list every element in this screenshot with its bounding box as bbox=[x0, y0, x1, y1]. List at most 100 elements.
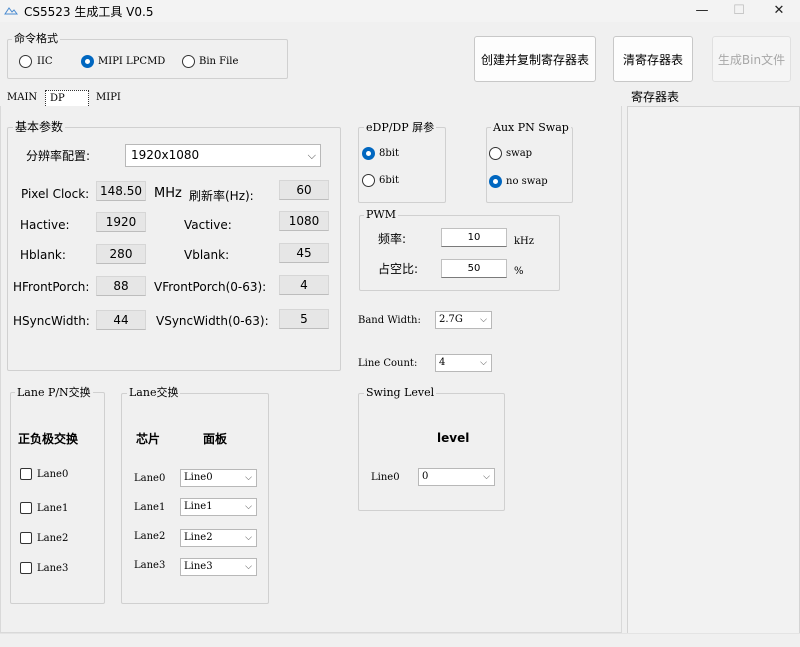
lane2-pn-checkbox[interactable] bbox=[20, 532, 32, 544]
lane2-panel-value: Line2 bbox=[184, 532, 213, 543]
command-format-legend: 命令格式 bbox=[12, 32, 60, 45]
radio-mipi-lpcmd[interactable] bbox=[81, 55, 94, 68]
hactive-value: 1920 bbox=[96, 212, 146, 232]
vactive-label: Vactive: bbox=[184, 218, 232, 232]
band-width-select[interactable]: 2.7G ⌵ bbox=[435, 311, 492, 329]
lane2-panel-select[interactable]: Line2 ⌵ bbox=[180, 529, 257, 547]
pwm-frequency-label: 频率: bbox=[378, 232, 407, 246]
lane0-chip-label: Lane0 bbox=[134, 473, 166, 484]
close-button[interactable]: ✕ bbox=[757, 0, 800, 22]
chevron-down-icon: ⌵ bbox=[480, 315, 487, 325]
pixel-clock-value: 148.50 bbox=[96, 181, 146, 201]
status-bar bbox=[0, 633, 800, 647]
pwm-duty-input[interactable]: 50 bbox=[441, 259, 507, 278]
register-table-area[interactable] bbox=[627, 106, 800, 634]
vsyncwidth-label: VSyncWidth(0-63): bbox=[156, 314, 269, 328]
pwm-frequency-input[interactable]: 10 bbox=[441, 228, 507, 247]
window-title: CS5523 生成工具 V0.5 bbox=[24, 5, 154, 19]
aux-pn-swap-group bbox=[486, 127, 573, 203]
lane1-pn-label: Lane1 bbox=[37, 503, 69, 514]
swing-level-lane-label: Line0 bbox=[371, 472, 400, 483]
radio-swap[interactable] bbox=[489, 147, 502, 160]
radio-8bit-label: 8bit bbox=[379, 148, 399, 159]
vsyncwidth-value: 5 bbox=[279, 309, 329, 329]
swing-level-group bbox=[358, 393, 505, 511]
basic-params-legend: 基本参数 bbox=[13, 120, 66, 134]
chevron-down-icon: ⌵ bbox=[245, 502, 252, 512]
lane0-pn-label: Lane0 bbox=[37, 469, 69, 480]
resolution-select[interactable]: 1920x1080 ⌵ bbox=[125, 144, 321, 167]
radio-8bit[interactable] bbox=[362, 147, 375, 160]
pwm-group bbox=[359, 215, 560, 291]
tab-main[interactable]: MAIN bbox=[3, 90, 41, 106]
chevron-down-icon: ⌵ bbox=[245, 473, 252, 483]
chevron-down-icon: ⌵ bbox=[480, 358, 487, 368]
refresh-rate-label: 刷新率(Hz): bbox=[189, 189, 254, 203]
radio-bin-file-label: Bin File bbox=[199, 56, 239, 67]
lane3-chip-label: Lane3 bbox=[134, 560, 166, 571]
line-count-value: 4 bbox=[439, 357, 446, 368]
radio-iic-label: IIC bbox=[37, 56, 53, 67]
radio-iic[interactable] bbox=[19, 55, 32, 68]
line-count-select[interactable]: 4 ⌵ bbox=[435, 354, 492, 372]
chevron-down-icon: ⌵ bbox=[245, 562, 252, 572]
lane1-panel-value: Line1 bbox=[184, 501, 213, 512]
line-count-label: Line Count: bbox=[358, 358, 418, 369]
lane0-pn-checkbox[interactable] bbox=[20, 468, 32, 480]
hsyncwidth-label: HSyncWidth: bbox=[13, 314, 90, 328]
radio-no-swap-label: no swap bbox=[506, 176, 548, 187]
hfrontporch-label: HFrontPorch: bbox=[13, 280, 90, 294]
swing-level-select[interactable]: 0 ⌵ bbox=[418, 468, 495, 486]
radio-6bit[interactable] bbox=[362, 174, 375, 187]
vblank-value: 45 bbox=[279, 243, 329, 263]
hfrontporch-value: 88 bbox=[96, 276, 146, 296]
lane0-panel-value: Line0 bbox=[184, 472, 213, 483]
hblank-value: 280 bbox=[96, 244, 146, 264]
lane0-panel-select[interactable]: Line0 ⌵ bbox=[180, 469, 257, 487]
chevron-down-icon: ⌵ bbox=[483, 472, 490, 482]
lane3-panel-value: Line3 bbox=[184, 561, 213, 572]
vfrontporch-value: 4 bbox=[279, 275, 329, 295]
vfrontporch-label: VFrontPorch(0-63): bbox=[154, 280, 267, 294]
tab-mipi[interactable]: MIPI bbox=[92, 90, 125, 106]
pwm-frequency-unit: kHz bbox=[514, 236, 535, 247]
lane2-pn-label: Lane2 bbox=[37, 533, 69, 544]
band-width-label: Band Width: bbox=[358, 315, 421, 326]
edp-dp-group bbox=[358, 127, 446, 203]
pixel-clock-label: Pixel Clock: bbox=[21, 187, 90, 201]
register-table-title: 寄存器表 bbox=[631, 90, 680, 104]
chip-header: 芯片 bbox=[136, 432, 161, 446]
vactive-value: 1080 bbox=[279, 211, 329, 231]
swing-level-legend: Swing Level bbox=[364, 386, 437, 399]
edp-dp-legend: eDP/DP 屏参 bbox=[364, 121, 437, 134]
band-width-value: 2.7G bbox=[439, 314, 463, 325]
lane-pn-swap-legend: Lane P/N交换 bbox=[15, 386, 93, 399]
hactive-label: Hactive: bbox=[20, 218, 70, 232]
app-icon bbox=[4, 7, 18, 15]
lane3-pn-checkbox[interactable] bbox=[20, 562, 32, 574]
radio-mipi-lpcmd-label: MIPI LPCMD bbox=[98, 56, 166, 67]
vblank-label: Vblank: bbox=[184, 248, 230, 262]
hsyncwidth-value: 44 bbox=[96, 310, 146, 330]
radio-bin-file[interactable] bbox=[182, 55, 195, 68]
lane1-panel-select[interactable]: Line1 ⌵ bbox=[180, 498, 257, 516]
lane-swap-legend: Lane交换 bbox=[127, 386, 181, 399]
lane1-pn-checkbox[interactable] bbox=[20, 502, 32, 514]
chevron-down-icon: ⌵ bbox=[307, 149, 316, 162]
lane3-panel-select[interactable]: Line3 ⌵ bbox=[180, 558, 257, 576]
chevron-down-icon: ⌵ bbox=[245, 533, 252, 543]
radio-6bit-label: 6bit bbox=[379, 175, 399, 186]
tab-dp[interactable]: DP bbox=[45, 90, 89, 106]
radio-swap-label: swap bbox=[506, 148, 533, 159]
maximize-button[interactable]: ☐ bbox=[717, 0, 761, 22]
resolution-label: 分辨率配置: bbox=[26, 149, 91, 163]
create-copy-register-button[interactable]: 创建并复制寄存器表 bbox=[474, 36, 596, 82]
pixel-clock-unit: MHz bbox=[154, 186, 182, 201]
clear-register-button[interactable]: 清寄存器表 bbox=[613, 36, 693, 82]
lane3-pn-label: Lane3 bbox=[37, 563, 69, 574]
generate-bin-button[interactable]: 生成Bin文件 bbox=[712, 36, 791, 82]
aux-pn-swap-legend: Aux PN Swap bbox=[491, 121, 571, 134]
pwm-legend: PWM bbox=[364, 208, 398, 221]
lane2-chip-label: Lane2 bbox=[134, 531, 166, 542]
radio-no-swap[interactable] bbox=[489, 175, 502, 188]
